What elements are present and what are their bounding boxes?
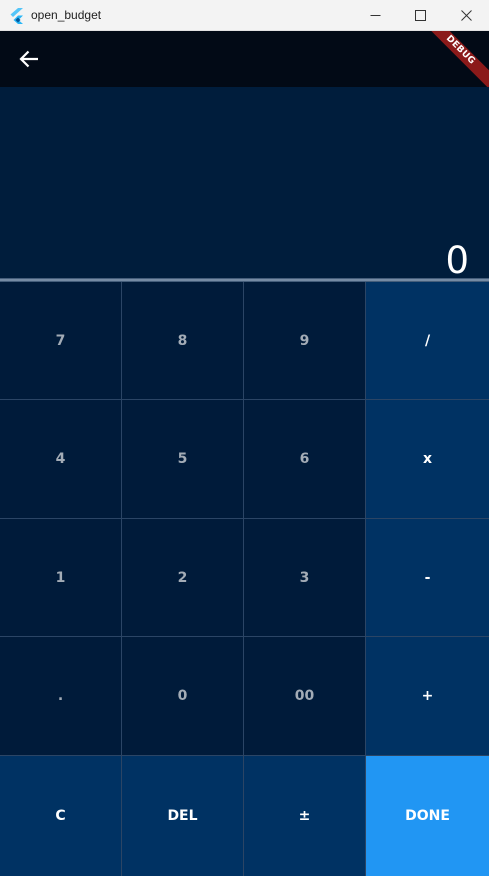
- key-3[interactable]: 3: [244, 519, 366, 637]
- key-decimal[interactable]: .: [0, 637, 122, 756]
- key-0[interactable]: 0: [122, 637, 244, 756]
- key-subtract[interactable]: -: [366, 519, 489, 637]
- back-button[interactable]: [14, 45, 44, 73]
- app-bar: [0, 31, 489, 87]
- key-multiply[interactable]: x: [366, 400, 489, 519]
- key-clear[interactable]: C: [0, 756, 122, 876]
- flutter-logo-icon: [10, 8, 23, 24]
- arrow-back-icon: [19, 50, 38, 68]
- key-delete[interactable]: DEL: [122, 756, 244, 876]
- key-1[interactable]: 1: [0, 519, 122, 637]
- window-titlebar: open_budget: [0, 0, 489, 31]
- minimize-button[interactable]: [352, 0, 398, 31]
- maximize-icon: [414, 10, 426, 21]
- key-plus-minus[interactable]: ±: [244, 756, 366, 876]
- close-icon: [460, 10, 472, 21]
- key-7[interactable]: 7: [0, 282, 122, 400]
- calculator-display: 0: [0, 87, 489, 282]
- done-button[interactable]: DONE: [366, 756, 489, 876]
- key-5[interactable]: 5: [122, 400, 244, 519]
- close-button[interactable]: [443, 0, 489, 31]
- key-8[interactable]: 8: [122, 282, 244, 400]
- minimize-icon: [370, 15, 380, 16]
- key-00[interactable]: 00: [244, 637, 366, 756]
- key-add[interactable]: +: [366, 637, 489, 756]
- maximize-button[interactable]: [397, 0, 443, 31]
- calculator-screen: DEBUG 0 7 8 9 / 4 5 6 x 1 2 3 - . 0 00 +…: [0, 31, 489, 876]
- display-value: 0: [445, 239, 469, 282]
- key-9[interactable]: 9: [244, 282, 366, 400]
- key-divide[interactable]: /: [366, 282, 489, 400]
- window-title: open_budget: [31, 8, 102, 22]
- key-4[interactable]: 4: [0, 400, 122, 519]
- keypad: 7 8 9 / 4 5 6 x 1 2 3 - . 0 00 + C DEL ±…: [0, 282, 489, 876]
- key-6[interactable]: 6: [244, 400, 366, 519]
- key-2[interactable]: 2: [122, 519, 244, 637]
